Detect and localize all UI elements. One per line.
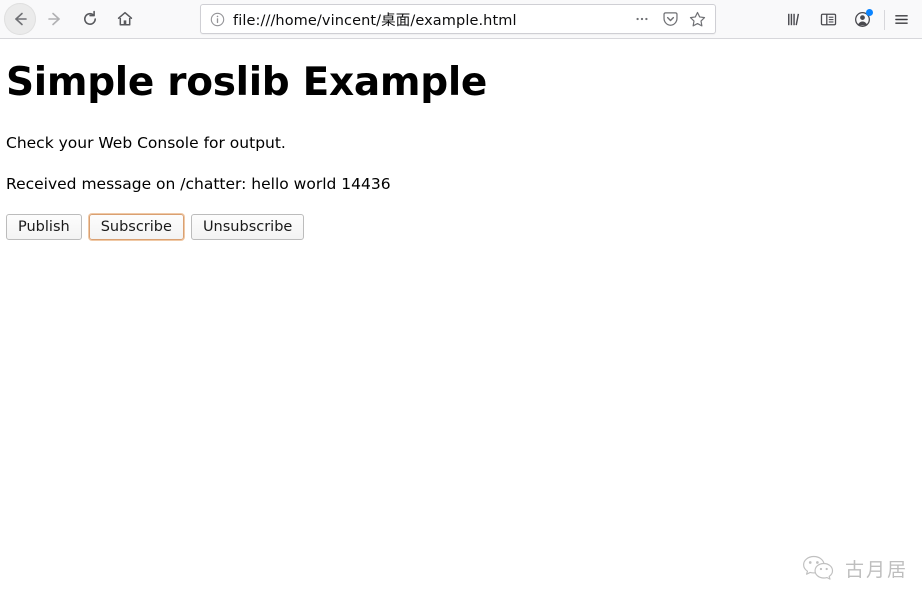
watermark-text: 古月居	[844, 559, 908, 581]
account-icon[interactable]	[847, 5, 877, 35]
star-icon[interactable]	[684, 6, 710, 32]
hamburger-menu-icon[interactable]	[886, 5, 916, 35]
received-message-text: Received message on /chatter: hello worl…	[6, 175, 391, 193]
sidebar-icon[interactable]	[813, 5, 843, 35]
page-content: Simple roslib Example Check your Web Con…	[0, 39, 922, 601]
watermark: 古月居	[802, 554, 908, 583]
reload-button[interactable]	[74, 3, 106, 35]
back-arrow-icon	[11, 10, 29, 28]
account-notification-badge	[866, 8, 873, 16]
pocket-icon[interactable]	[657, 6, 683, 32]
info-icon[interactable]	[210, 12, 225, 27]
page-title: Simple roslib Example	[6, 60, 488, 105]
browser-toolbar: file:///home/vincent/桌面/example.html	[0, 0, 922, 39]
ellipsis-icon[interactable]	[629, 6, 655, 32]
home-icon	[116, 10, 134, 28]
back-button[interactable]	[4, 3, 36, 35]
wechat-logo-icon	[802, 554, 836, 583]
button-row: Publish Subscribe Unsubscribe	[6, 214, 311, 240]
toolbar-divider	[884, 9, 885, 30]
subscribe-button[interactable]: Subscribe	[88, 214, 184, 240]
publish-button[interactable]: Publish	[6, 214, 82, 240]
unsubscribe-button[interactable]: Unsubscribe	[190, 214, 305, 240]
home-button[interactable]	[109, 3, 141, 35]
url-bar[interactable]: file:///home/vincent/桌面/example.html	[200, 4, 716, 34]
toolbar-right-icons	[769, 0, 922, 39]
library-icon[interactable]	[779, 5, 809, 35]
url-text[interactable]: file:///home/vincent/桌面/example.html	[233, 9, 629, 30]
console-hint-text: Check your Web Console for output.	[6, 134, 286, 152]
forward-button[interactable]	[39, 3, 71, 35]
forward-arrow-icon	[46, 10, 64, 28]
reload-icon	[81, 10, 99, 28]
